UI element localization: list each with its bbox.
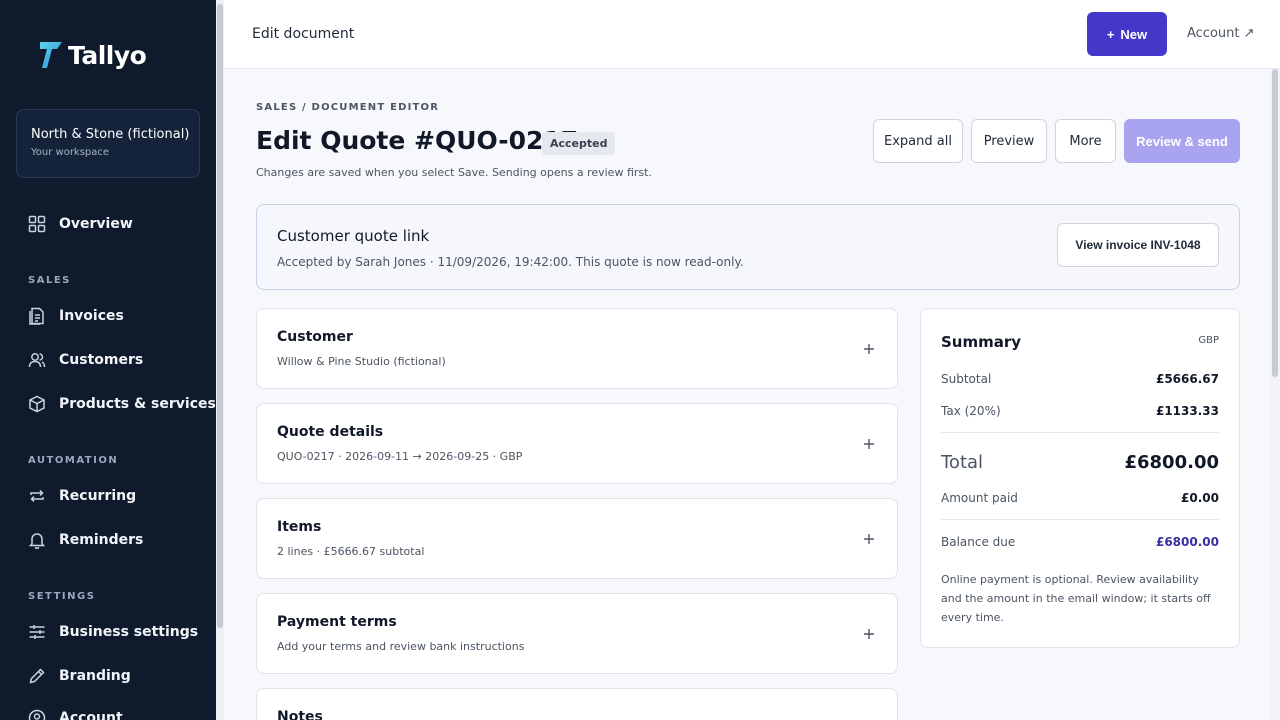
subtotal-value: £5666.67 [1155, 372, 1219, 386]
sidebar-item-reminders[interactable]: Reminders [28, 528, 143, 552]
sidebar-item-business-settings[interactable]: Business settings [28, 620, 198, 644]
workspace-subtitle: Your workspace [31, 147, 110, 158]
summary-row-balance-due: Balance due £6800.00 [941, 535, 1219, 549]
status-badge: Accepted [542, 132, 616, 155]
summary-divider [941, 519, 1219, 520]
section-subtitle: Willow & Pine Studio (fictional) [277, 355, 446, 368]
sidebar-item-label: Business settings [59, 624, 199, 640]
nav-section-automation: AUTOMATION [28, 455, 119, 466]
quote-link-status: Accepted by Sarah Jones · 11/09/2026, 19… [277, 255, 744, 269]
workspace-switcher[interactable]: North & Stone (fictional) Your workspace [16, 109, 200, 178]
sidebar-item-label: Customers [59, 352, 144, 368]
sidebar-scrollbar-thumb[interactable] [217, 4, 223, 628]
expand-plus-icon[interactable] [861, 436, 877, 452]
sidebar-item-label: Branding [59, 668, 131, 684]
sidebar-item-recurring[interactable]: Recurring [28, 484, 136, 508]
section-subtitle: QUO-0217 · 2026-09-11 → 2026-09-25 · GBP [277, 450, 523, 463]
new-button-label: New [1120, 26, 1148, 42]
sidebar-item-label: Recurring [59, 488, 137, 504]
summary-row-amount-paid: Amount paid £0.00 [941, 491, 1219, 505]
expand-plus-icon[interactable] [861, 341, 877, 357]
page-title: Edit Quote #QUO-0217 [256, 126, 579, 155]
view-invoice-button[interactable]: View invoice INV-1048 [1057, 223, 1219, 267]
grid-icon [28, 215, 46, 233]
breadcrumb: SALES / DOCUMENT EDITOR [256, 102, 440, 113]
section-items[interactable]: Items 2 lines · £5666.67 subtotal [256, 498, 898, 579]
workspace-name: North & Stone (fictional) [31, 127, 190, 142]
section-payment-terms[interactable]: Payment terms Add your terms and review … [256, 593, 898, 674]
more-button[interactable]: More [1055, 119, 1116, 163]
section-title: Notes [277, 709, 323, 720]
subtotal-label: Subtotal [941, 372, 992, 386]
summary-row-tax: Tax (20%) £1133.33 [941, 404, 1219, 418]
expand-plus-icon[interactable] [861, 531, 877, 547]
users-icon [28, 353, 46, 368]
quote-link-title: Customer quote link [277, 227, 430, 245]
sidebar-item-label: Products & services [59, 396, 216, 412]
summary-title: Summary [941, 333, 1022, 351]
sidebar-item-invoices[interactable]: Invoices [28, 304, 124, 328]
section-title: Items [277, 519, 322, 535]
amount-paid-label: Amount paid [941, 491, 1018, 505]
main-scrollbar[interactable] [1270, 69, 1280, 720]
repeat-icon [30, 489, 44, 503]
sidebar-item-account[interactable]: Account [28, 706, 123, 720]
tax-value: £1133.33 [1155, 404, 1219, 418]
summary-divider [941, 432, 1219, 433]
section-subtitle: Add your terms and review bank instructi… [277, 640, 525, 653]
topbar: Edit document + New Account ↗ [224, 0, 1280, 69]
expand-all-button[interactable]: Expand all [873, 119, 963, 163]
total-label: Total [941, 452, 984, 473]
sidebar: Tallyo North & Stone (fictional) Your wo… [0, 0, 216, 720]
section-customer[interactable]: Customer Willow & Pine Studio (fictional… [256, 308, 898, 389]
section-title: Quote details [277, 424, 384, 440]
preview-button[interactable]: Preview [971, 119, 1047, 163]
nav-section-sales: SALES [28, 275, 71, 286]
sidebar-item-branding[interactable]: Branding [28, 664, 131, 688]
page-subtitle: Changes are saved when you select Save. … [256, 166, 652, 179]
topbar-title: Edit document [252, 26, 355, 42]
review-send-button[interactable]: Review & send [1124, 119, 1240, 163]
amount-paid-value: £0.00 [1181, 491, 1219, 505]
user-circle-icon [28, 709, 46, 720]
section-title: Customer [277, 329, 353, 345]
balance-due-label: Balance due [941, 535, 1016, 549]
main-scrollbar-thumb[interactable] [1272, 69, 1278, 377]
sidebar-item-label: Reminders [59, 532, 144, 548]
app-name: Tallyo [68, 40, 147, 70]
section-notes[interactable]: Notes [256, 688, 898, 720]
total-value: £6800.00 [1124, 452, 1219, 473]
sidebar-scrollbar[interactable] [216, 0, 224, 720]
balance-due-value: £6800.00 [1155, 535, 1219, 549]
sidebar-item-products-services[interactable]: Products & services [28, 392, 216, 416]
nav-section-settings: SETTINGS [28, 591, 96, 602]
section-title: Payment terms [277, 614, 397, 630]
summary-currency: GBP [1198, 335, 1219, 346]
document-icon [29, 307, 44, 325]
tax-label: Tax (20%) [941, 404, 1001, 418]
section-subtitle: 2 lines · £5666.67 subtotal [277, 545, 425, 558]
sliders-icon [29, 625, 45, 639]
plus-icon: + [1106, 26, 1115, 42]
summary-card: Summary GBP Subtotal £5666.67 Tax (20%) … [920, 308, 1240, 648]
box-icon [29, 395, 45, 413]
sidebar-item-label: Invoices [59, 308, 124, 324]
account-link[interactable]: Account ↗ [1187, 26, 1255, 41]
sidebar-item-label: Account [59, 710, 123, 720]
expand-plus-icon[interactable] [861, 626, 877, 642]
summary-row-subtotal: Subtotal £5666.67 [941, 372, 1219, 386]
summary-row-total: Total £6800.00 [941, 452, 1219, 473]
pen-icon [29, 668, 45, 684]
customer-quote-link-card: Customer quote link Accepted by Sarah Jo… [256, 204, 1240, 290]
tallyo-logo-icon [40, 42, 62, 68]
sidebar-item-label: Overview [59, 216, 133, 232]
summary-note: Online payment is optional. Review avail… [941, 573, 1211, 624]
logo[interactable]: Tallyo [38, 40, 147, 70]
new-button[interactable]: + New [1087, 12, 1167, 56]
section-quote-details[interactable]: Quote details QUO-0217 · 2026-09-11 → 20… [256, 403, 898, 484]
sidebar-item-overview[interactable]: Overview [28, 212, 133, 236]
sidebar-item-customers[interactable]: Customers [28, 348, 143, 372]
bell-icon [28, 533, 46, 549]
